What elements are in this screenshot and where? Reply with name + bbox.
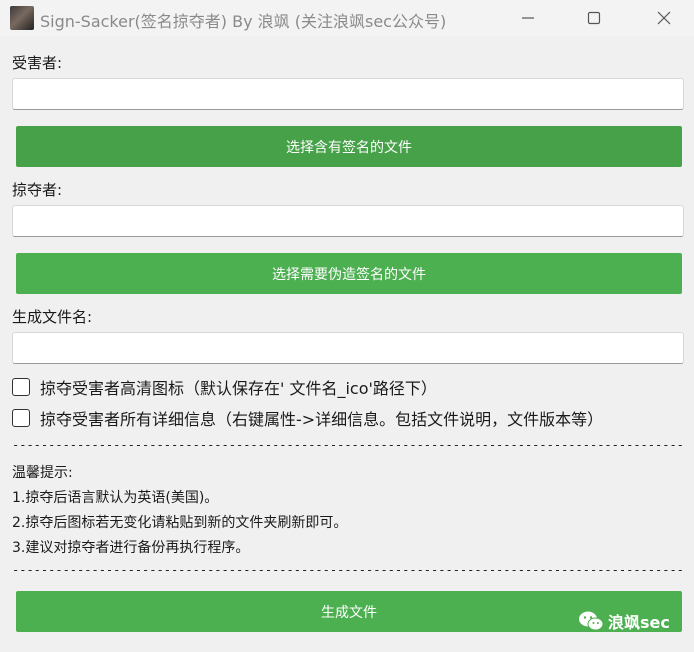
icon-steal-checkbox[interactable] [12, 378, 30, 396]
tips-title: 温馨提示: [12, 465, 73, 481]
divider-bottom: ----------------------------------------… [12, 563, 684, 577]
output-filename-label: 生成文件名: [12, 308, 93, 326]
tip-line: 3.建议对掠夺者进行备份再执行程序。 [12, 540, 250, 556]
close-icon [657, 11, 671, 25]
tip-line: 2.掠夺后图标若无变化请粘贴到新的文件夹刷新即可。 [12, 515, 348, 531]
window-title: Sign-Sacker(签名掠夺者) By 浪飒 (关注浪飒sec公众号) [40, 12, 447, 31]
select-victim-file-button[interactable]: 选择含有签名的文件 [16, 126, 682, 167]
output-filename-input[interactable] [12, 332, 684, 364]
plunderer-input[interactable] [12, 205, 684, 237]
details-steal-checkbox[interactable] [12, 409, 30, 427]
watermark: 浪飒sec [578, 609, 670, 633]
minimize-button[interactable] [505, 0, 551, 36]
wechat-icon [579, 611, 604, 631]
plunderer-label: 掠夺者: [12, 181, 63, 199]
divider-top: ----------------------------------------… [12, 438, 684, 452]
maximize-icon [587, 11, 601, 25]
option-icon-row[interactable]: 掠夺受害者高清图标（默认保存在' 文件名_ico'路径下） [12, 375, 437, 399]
icon-steal-label: 掠夺受害者高清图标（默认保存在' 文件名_ico'路径下） [40, 379, 437, 398]
victim-input[interactable] [12, 78, 684, 110]
maximize-button[interactable] [571, 0, 617, 36]
select-plunderer-file-button[interactable]: 选择需要伪造签名的文件 [16, 253, 682, 294]
title-bar: Sign-Sacker(签名掠夺者) By 浪飒 (关注浪飒sec公众号) [0, 0, 694, 36]
minimize-icon [522, 17, 534, 19]
tip-line: 1.掠夺后语言默认为英语(美国)。 [12, 490, 219, 506]
details-steal-label: 掠夺受害者所有详细信息（右键属性->详细信息。包括文件说明，文件版本等） [40, 410, 604, 429]
watermark-text: 浪飒sec [608, 613, 670, 632]
victim-label: 受害者: [12, 54, 63, 72]
close-button[interactable] [641, 0, 687, 36]
app-avatar-icon [10, 6, 34, 30]
option-details-row[interactable]: 掠夺受害者所有详细信息（右键属性->详细信息。包括文件说明，文件版本等） [12, 406, 603, 430]
